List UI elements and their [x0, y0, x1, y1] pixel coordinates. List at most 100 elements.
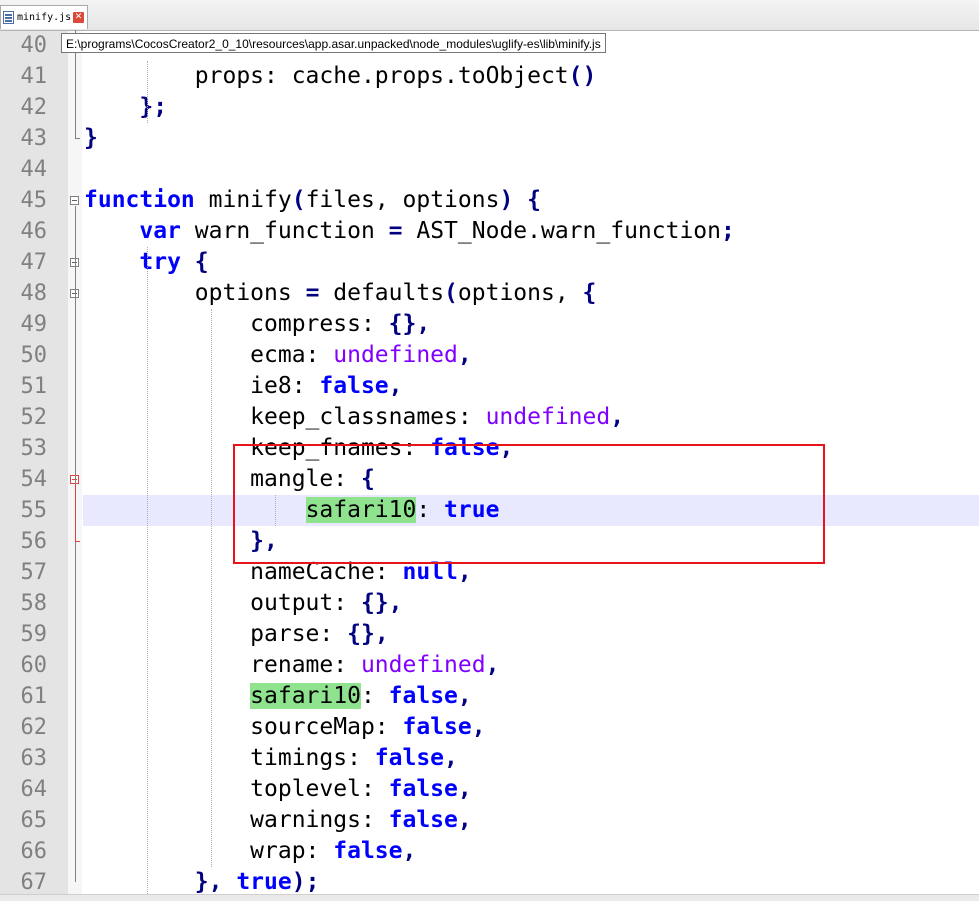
code-token: ,	[388, 590, 403, 616]
line-code: toplevel: false,	[84, 774, 472, 805]
code-token: (	[444, 280, 458, 306]
code-token: files, options	[305, 187, 500, 213]
code-token: sourceMap:	[84, 714, 403, 740]
code-token: undefined	[360, 652, 486, 678]
code-token: var	[139, 218, 181, 244]
line-code: compress: {},	[84, 309, 430, 340]
line-code: function minify(files, options) {	[84, 185, 541, 216]
line-code: safari10: false,	[84, 681, 472, 712]
line-code: };	[84, 92, 167, 123]
line-number: 56	[20, 529, 48, 554]
code-token: ,	[208, 869, 237, 895]
line-code: }	[84, 123, 98, 154]
indent-guide	[147, 247, 148, 898]
line-number: 51	[20, 374, 48, 399]
line-number: 61	[20, 684, 48, 709]
code-token: false	[388, 683, 458, 709]
code-token: false	[388, 776, 458, 802]
code-token: compress:	[84, 311, 389, 337]
line-code: warnings: false,	[84, 805, 472, 836]
line-code: ie8: false,	[84, 371, 403, 402]
code-token: {	[527, 187, 542, 213]
code-token: )	[291, 869, 306, 895]
code-token: false	[402, 714, 472, 740]
code-token: options,	[457, 280, 583, 306]
code-token: ,	[388, 373, 403, 399]
line-code: props: cache.props.toObject()	[84, 61, 597, 92]
code-token: {	[582, 280, 597, 306]
code-token: timings:	[84, 745, 375, 771]
line-number: 46	[20, 219, 48, 244]
code-token: ,	[457, 807, 472, 833]
code-token: undefined	[485, 404, 611, 430]
code-line[interactable]: 46 var warn_function = AST_Node.warn_fun…	[0, 216, 979, 247]
code-token: false	[374, 745, 445, 771]
code-token: options	[84, 280, 306, 306]
code-token: ,	[457, 342, 472, 368]
line-number: 65	[20, 808, 48, 833]
line-number: 50	[20, 343, 48, 368]
code-token: =	[388, 218, 403, 244]
line-number: 41	[20, 64, 48, 89]
code-token: {	[194, 249, 209, 275]
code-token: }	[84, 125, 98, 151]
line-number: 49	[20, 312, 48, 337]
code-token: rename:	[84, 652, 361, 678]
code-token: {}	[360, 590, 389, 616]
line-number: 66	[20, 839, 48, 864]
code-line[interactable]: 43}	[0, 123, 979, 154]
close-icon[interactable]: ✕	[73, 12, 84, 23]
code-token: false	[333, 838, 403, 864]
line-code: ecma: undefined,	[84, 340, 472, 371]
code-line[interactable]: 44	[0, 154, 979, 185]
line-number: 52	[20, 405, 48, 430]
line-number: 53	[20, 436, 48, 461]
search-match-highlight: safari10	[250, 683, 361, 709]
code-line[interactable]: 45 function minify(files, options) {	[0, 185, 979, 216]
line-code: wrap: false,	[84, 836, 416, 867]
code-token: AST_Node.warn_function	[402, 218, 722, 244]
fold-toggle-icon[interactable]	[70, 196, 79, 205]
code-token: props: cache.props.toObject	[84, 63, 569, 89]
code-token: ,	[457, 776, 472, 802]
code-token: ecma:	[84, 342, 334, 368]
line-code: var warn_function = AST_Node.warn_functi…	[84, 216, 735, 247]
code-token: ,	[485, 652, 500, 678]
code-token: ,	[444, 745, 458, 771]
line-number: 42	[20, 95, 48, 120]
code-token: ie8:	[84, 373, 320, 399]
code-token: :	[360, 683, 389, 709]
line-number: 55	[20, 498, 48, 523]
line-number: 60	[20, 653, 48, 678]
line-number: 58	[20, 591, 48, 616]
code-token: ,	[416, 311, 431, 337]
line-number: 48	[20, 281, 48, 306]
line-number: 47	[20, 250, 48, 275]
line-code: options = defaults(options, {	[84, 278, 597, 309]
line-number: 45	[20, 188, 48, 213]
line-code: keep_classnames: undefined,	[84, 402, 624, 433]
code-token: {}	[347, 621, 375, 647]
annotation-box	[233, 444, 825, 564]
file-path-tooltip: E:\programs\CocosCreator2_0_10\resources…	[61, 33, 606, 53]
code-token: output:	[84, 590, 361, 616]
code-token: ;	[305, 869, 320, 895]
fold-end-marker	[75, 541, 80, 542]
line-code: sourceMap: false,	[84, 712, 485, 743]
fold-end-marker	[75, 138, 80, 139]
code-token: ;	[721, 218, 735, 244]
tab-bar: minify.js ✕	[0, 0, 979, 31]
file-icon	[3, 11, 14, 24]
line-number: 43	[20, 126, 48, 151]
code-token: ,	[374, 621, 389, 647]
tab-minify-js[interactable]: minify.js ✕	[0, 5, 88, 29]
code-token: ()	[568, 63, 597, 89]
code-token: parse:	[84, 621, 348, 647]
line-number: 63	[20, 746, 48, 771]
code-token: ;	[153, 94, 168, 120]
code-token: keep_classnames:	[84, 404, 486, 430]
indent-guide	[211, 309, 212, 867]
